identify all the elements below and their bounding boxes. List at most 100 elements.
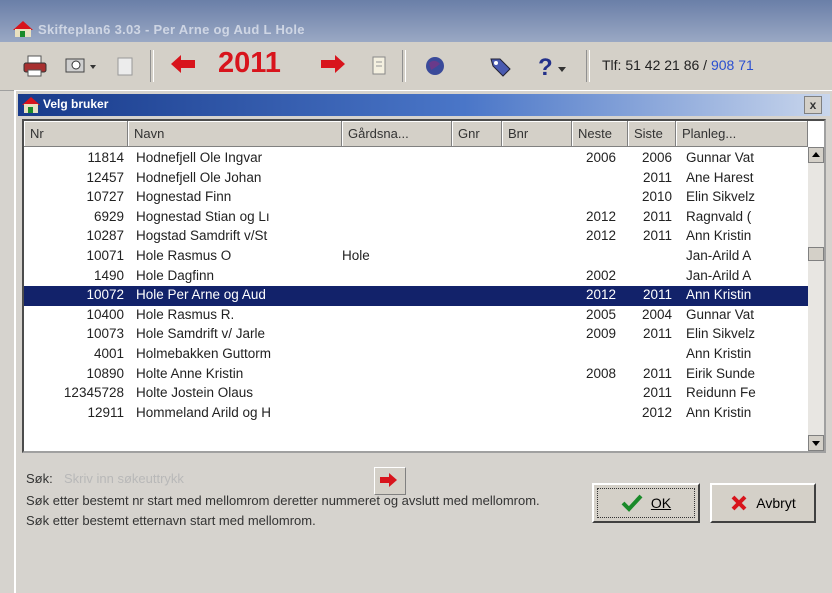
scroll-down-button[interactable] — [808, 435, 824, 451]
globe-icon[interactable] — [420, 52, 450, 80]
dialog-close-button[interactable]: x — [804, 96, 822, 114]
cell-neste: 2012 — [585, 287, 616, 303]
cell-neste: 2002 — [585, 267, 616, 283]
arrow-down-icon — [812, 441, 820, 446]
cell-siste: 2011 — [642, 228, 672, 244]
cell-nr: 10400 — [86, 306, 124, 322]
cell-planlegger: Ann Kristin — [686, 287, 752, 303]
cell-navn: Hole Samdrift v/ Jarle — [136, 326, 266, 342]
checkmark-icon — [621, 494, 643, 512]
cell-nr: 6929 — [93, 208, 124, 224]
cell-siste: 2011 — [642, 326, 672, 342]
dialog-title: Velg bruker — [43, 97, 109, 111]
cell-planlegger: Eirik Sunde — [686, 365, 756, 381]
cell-navn: Hole Dagfinn — [136, 267, 215, 283]
ok-button[interactable]: OK — [592, 483, 700, 523]
table-row[interactable]: 6929 Hognestad Stian og Lı 2012 2011 Ragnval… — [24, 208, 810, 228]
table-row[interactable]: 1490 Hole Dagfinn 2002 Jan-Arild A — [24, 267, 810, 287]
header-gnr[interactable]: Gnr — [452, 121, 502, 147]
cell-navn: Hole Rasmus O — [136, 248, 232, 263]
table-row[interactable]: 12345728 Holte Jostein Olaus 2011 Reidunn F… — [24, 384, 810, 404]
scroll-thumb[interactable] — [808, 247, 824, 261]
toolbar-separator — [402, 50, 406, 82]
cancel-button[interactable]: Avbryt — [710, 483, 816, 523]
header-navn[interactable]: Navn — [128, 121, 342, 147]
cell-siste: 2011 — [642, 385, 672, 401]
tag-icon[interactable] — [486, 52, 516, 80]
table-row[interactable]: 10071 Hole Rasmus O Hole Jan-Arild A — [24, 247, 810, 267]
table-row[interactable]: 12457 Hodnefjell Ole Johan 2011 Ane Harest — [24, 169, 810, 189]
phone-info: Tlf: 51 42 21 86 / 908 71 — [602, 57, 754, 73]
cell-nr: 10071 — [86, 248, 124, 263]
cell-planlegger: Jan-Arild A — [686, 248, 752, 263]
cell-planlegger: Ann Kristin — [686, 228, 752, 244]
header-siste[interactable]: Siste — [628, 121, 676, 147]
cell-navn: Hodnefjell Ole Johan — [136, 169, 262, 185]
app-logo-icon — [13, 21, 33, 37]
header-nr[interactable]: Nr — [24, 121, 128, 147]
header-bnr[interactable]: Bnr — [502, 121, 572, 147]
cell-siste: 2004 — [641, 306, 672, 322]
table-row[interactable]: 11814 Hodnefjell Ole Ingvar 2006 2006 Gunnar… — [24, 149, 810, 169]
header-gardsnavn[interactable]: Gårdsna... — [342, 121, 452, 147]
cell-nr: 1490 — [93, 267, 124, 283]
table-row[interactable]: 10890 Holte Anne Kristin 2008 2011 Eirik Sun… — [24, 365, 810, 385]
cell-navn: Hole Per Arne og Aud — [136, 287, 266, 303]
table-row[interactable]: 10287 Hogstad Samdrift v/St 2012 2011 Ann Kr… — [24, 227, 810, 247]
red-x-icon — [731, 495, 747, 511]
dialog-title-bar: Velg bruker x — [18, 94, 830, 116]
cell-siste: 2006 — [641, 150, 672, 165]
cell-nr: 4001 — [93, 346, 124, 361]
cell-planlegger: Ann Kristin — [686, 404, 752, 420]
cell-navn: Hodnefjell Ole Ingvar — [136, 150, 263, 165]
arrow-up-icon — [812, 152, 820, 157]
cell-nr: 10072 — [86, 287, 124, 303]
cell-siste: 2010 — [641, 189, 672, 205]
next-year-arrow-icon[interactable] — [318, 50, 348, 78]
header-planlegger[interactable]: Planleg... — [676, 121, 808, 147]
prev-year-arrow-icon[interactable] — [168, 50, 198, 78]
cell-siste: 2012 — [641, 404, 672, 420]
cell-navn: Holte Jostein Olaus — [136, 385, 254, 401]
scroll-up-button[interactable] — [808, 147, 824, 163]
search-input[interactable] — [62, 467, 386, 489]
table-row[interactable]: 10073 Hole Samdrift v/ Jarle 2009 2011 Elin … — [24, 325, 810, 345]
vertical-scrollbar[interactable] — [808, 147, 824, 451]
help-dropdown-icon[interactable]: ? — [532, 52, 576, 80]
cell-planlegger: Elin Sikvelz — [686, 326, 756, 342]
cell-navn: Holmebakken Guttorm — [136, 346, 272, 361]
cell-siste: 2011 — [642, 365, 672, 381]
select-user-dialog: Velg bruker x Nr Navn Gårdsna... Gnr Bnr Nest… — [14, 90, 832, 593]
cell-nr: 12911 — [87, 404, 124, 420]
print-preview-dropdown-icon[interactable] — [62, 52, 102, 80]
app-title-bar: Skifteplan6 3.03 - Per Arne og Aud L Hol… — [0, 0, 832, 42]
table-row[interactable]: 4001 Holmebakken Guttorm Ann Kristin — [24, 345, 810, 365]
cell-navn: Hogstad Samdrift v/St — [136, 228, 268, 244]
table-row[interactable]: 10727 Hognestad Finn 2010 Elin Sikvelz — [24, 188, 810, 208]
cell-planlegger: Ragnvald ( — [686, 208, 752, 224]
cell-neste: 2009 — [585, 326, 616, 342]
ok-label: OK — [650, 495, 672, 511]
cell-planlegger: Gunnar Vat — [686, 150, 755, 165]
cell-planlegger: Jan-Arild A — [686, 267, 752, 283]
cell-gardsnavn: Hole — [342, 248, 370, 263]
cell-neste: 2012 — [585, 228, 616, 244]
toolbar-separator — [586, 50, 590, 82]
cell-neste: 2012 — [585, 208, 616, 224]
cell-navn: Hognestad Stian og Lı — [136, 208, 270, 224]
cell-nr: 10073 — [86, 326, 124, 342]
search-label: Søk: — [26, 471, 53, 486]
header-neste[interactable]: Neste — [572, 121, 628, 147]
cell-neste: 2008 — [585, 365, 616, 381]
red-arrow-icon — [380, 473, 397, 487]
clipboard-icon[interactable] — [110, 52, 140, 80]
table-row-selected[interactable]: 10072 Hole Per Arne og Aud 2012 2011 Ann Kri… — [24, 286, 810, 306]
cell-nr: 12457 — [86, 169, 124, 185]
table-row[interactable]: 10400 Hole Rasmus R. 2005 2004 Gunnar Vat — [24, 306, 810, 326]
print-icon[interactable] — [20, 52, 50, 80]
document-icon[interactable] — [364, 52, 394, 80]
table-row[interactable]: 12911 Hommeland Arild og H 2012 Ann Kristin — [24, 404, 810, 424]
cell-neste: 2005 — [585, 306, 616, 322]
app-title: Skifteplan6 3.03 - Per Arne og Aud L Hol… — [38, 22, 305, 37]
cancel-label: Avbryt — [756, 495, 796, 511]
